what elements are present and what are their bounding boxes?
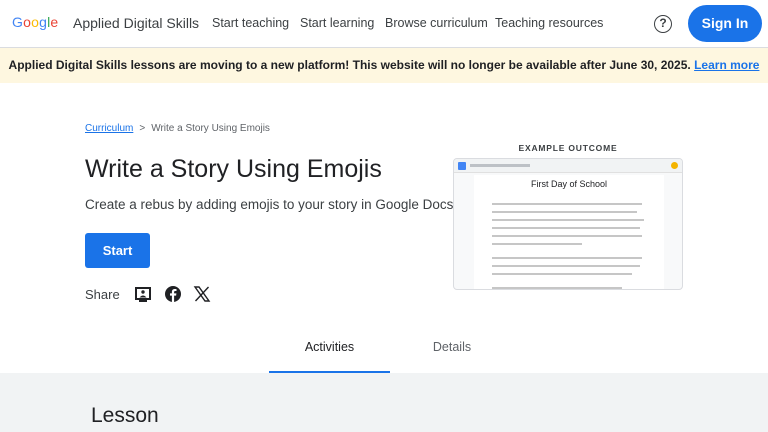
google-logo-text: Google (12, 14, 59, 30)
breadcrumb-current: Write a Story Using Emojis (151, 123, 270, 134)
learn-more-link[interactable]: Learn more (694, 58, 759, 72)
doc-title: First Day of School (530, 179, 608, 189)
tab-details[interactable]: Details (392, 340, 512, 354)
tab-activities[interactable]: Activities (269, 340, 390, 354)
announcement-banner: Applied Digital Skills lessons are movin… (0, 48, 768, 83)
google-classroom-icon[interactable] (134, 285, 152, 303)
x-icon[interactable] (193, 285, 211, 303)
page-subtitle: Create a rebus by adding emojis to your … (85, 197, 458, 212)
share-label: Share (85, 287, 120, 302)
doc-toolbar (454, 159, 682, 173)
nav-teaching-resources[interactable]: Teaching resources (495, 16, 603, 30)
nav-start-teaching[interactable]: Start teaching (212, 16, 289, 30)
doc-page: First Day of School (474, 175, 664, 289)
lesson-heading: Lesson (91, 404, 159, 427)
breadcrumb: Curriculum > Write a Story Using Emojis (85, 123, 270, 134)
nav-browse-curriculum[interactable]: Browse curriculum (385, 16, 488, 30)
breadcrumb-separator: > (139, 123, 146, 134)
breadcrumb-curriculum-link[interactable]: Curriculum (85, 123, 133, 134)
product-name[interactable]: Applied Digital Skills (73, 15, 199, 31)
start-button[interactable]: Start (85, 233, 150, 268)
facebook-icon[interactable] (164, 285, 182, 303)
page-title: Write a Story Using Emojis (85, 155, 382, 183)
google-logo[interactable]: Google (12, 14, 58, 30)
example-outcome-image[interactable]: First Day of School (453, 158, 683, 290)
sign-in-button[interactable]: Sign In (688, 5, 762, 42)
nav-start-learning[interactable]: Start learning (300, 16, 374, 30)
banner-message: Applied Digital Skills lessons are movin… (8, 58, 691, 72)
example-outcome-label: EXAMPLE OUTCOME (518, 143, 618, 153)
top-header: Google Applied Digital Skills Start teac… (0, 0, 768, 48)
help-icon[interactable]: ? (654, 15, 672, 33)
